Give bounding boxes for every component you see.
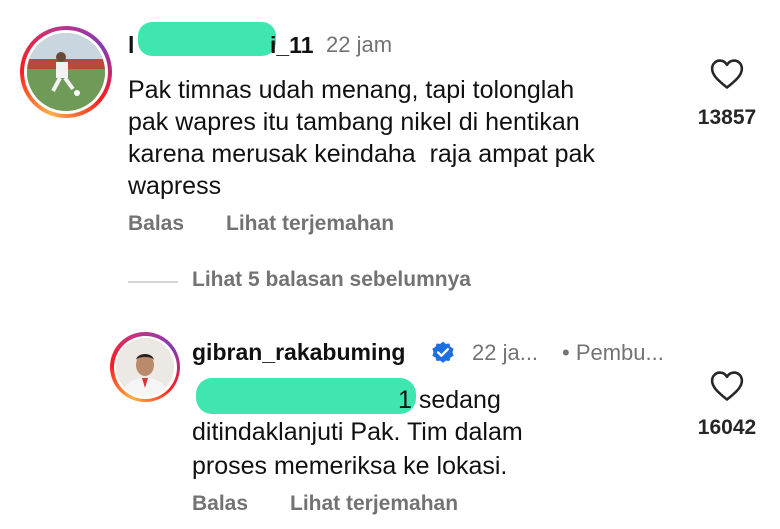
comment-text: Pak timnas udah menang, tapi tolonglah p… xyxy=(128,74,688,202)
commenter-username-prefix[interactable]: l xyxy=(128,32,134,59)
reply-username[interactable]: gibran_rakabuming xyxy=(192,339,405,366)
reply-text-line: proses memeriksa ke lokasi. xyxy=(192,452,508,480)
like-heart-icon[interactable] xyxy=(710,370,744,407)
like-count: 13857 xyxy=(697,106,757,129)
reply-avatar[interactable] xyxy=(110,332,180,402)
commenter-avatar[interactable] xyxy=(20,26,112,118)
reply-text-line: ditindaklanjuti Pak. Tim dalam xyxy=(192,418,523,446)
like-count: 16042 xyxy=(697,416,757,439)
see-translation-button[interactable]: Lihat terjemahan xyxy=(290,492,458,516)
reply-time: 22 ja... xyxy=(472,340,539,365)
verified-badge-icon xyxy=(430,340,456,371)
reply-button[interactable]: Balas xyxy=(128,212,184,236)
creator-label: • Pembu... xyxy=(562,340,664,365)
comment-time: 22 jam xyxy=(326,32,393,57)
comment-text-line: Pak timnas udah menang, tapi tolonglah xyxy=(128,76,575,104)
see-translation-button[interactable]: Lihat terjemahan xyxy=(226,212,394,236)
comment-text-line: karena merusak keindaha raja ampat pak xyxy=(128,140,595,168)
football-player-photo xyxy=(27,33,105,111)
comment-text-line: wapress xyxy=(128,172,222,200)
comment-text-line: pak wapres itu tambang nikel di hentikan xyxy=(128,108,580,136)
view-previous-replies-button[interactable]: Lihat 5 balasan sebelumnya xyxy=(192,268,471,292)
reply-text-line: 1 sedang xyxy=(398,386,501,414)
reply-button[interactable]: Balas xyxy=(192,492,248,516)
profile-photo xyxy=(116,338,174,396)
commenter-username-suffix[interactable]: i_11 xyxy=(270,32,314,59)
like-heart-icon[interactable] xyxy=(710,58,744,95)
redacted-username xyxy=(138,22,276,56)
replies-divider xyxy=(128,281,178,283)
redacted-mention xyxy=(196,378,416,414)
